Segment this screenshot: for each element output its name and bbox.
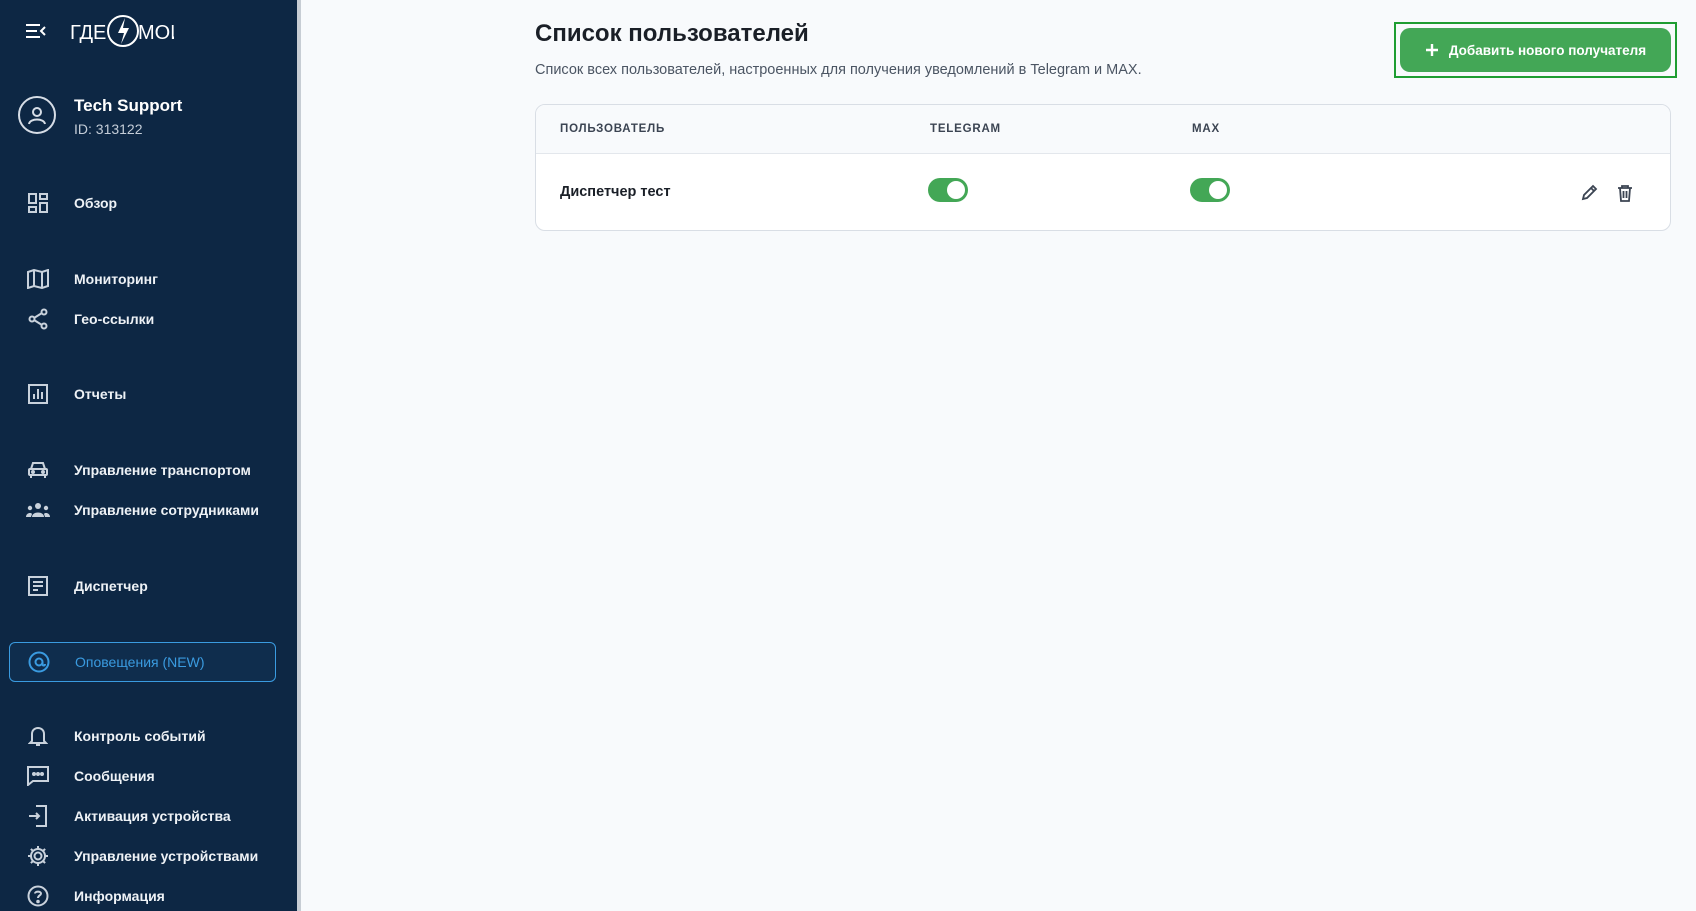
sidebar-header: ГДЕ МОИ bbox=[25, 15, 174, 47]
telegram-toggle[interactable] bbox=[928, 178, 968, 202]
document-icon bbox=[26, 574, 50, 598]
user-name-cell: Диспетчер тест bbox=[560, 184, 671, 200]
sidebar-item-dispatcher[interactable]: Диспетчер bbox=[9, 566, 276, 606]
login-icon bbox=[26, 804, 50, 828]
sidebar-item-label: Мониторинг bbox=[74, 271, 158, 287]
table-header: ПОЛЬЗОВАТЕЛЬ TELEGRAM MAX bbox=[536, 105, 1670, 154]
at-sign-icon bbox=[27, 650, 51, 674]
sidebar-item-label: Отчеты bbox=[74, 386, 127, 402]
add-recipient-label: Добавить нового получателя bbox=[1448, 42, 1647, 58]
sidebar-item-label: Оповещения (NEW) bbox=[75, 654, 205, 670]
profile-id: ID: 313122 bbox=[74, 121, 143, 137]
column-header-telegram: TELEGRAM bbox=[930, 123, 1001, 135]
users-table: ПОЛЬЗОВАТЕЛЬ TELEGRAM MAX Диспетчер тест bbox=[535, 104, 1671, 231]
sidebar-item-employees[interactable]: Управление сотрудниками bbox=[9, 490, 276, 530]
plus-icon bbox=[1425, 43, 1439, 57]
dashboard-icon bbox=[26, 191, 50, 215]
avatar-icon bbox=[18, 96, 56, 134]
sidebar-item-label: Управление устройствами bbox=[74, 848, 259, 864]
max-toggle[interactable] bbox=[1190, 178, 1230, 202]
sidebar-item-device-management[interactable]: Управление устройствами bbox=[9, 836, 276, 876]
sidebar-item-label: Гео-ссылки bbox=[74, 311, 155, 327]
page-subtitle: Список всех пользователей, настроенных д… bbox=[535, 62, 1142, 78]
sidebar-item-event-control[interactable]: Контроль событий bbox=[9, 716, 276, 756]
people-icon bbox=[26, 498, 50, 522]
table-row: Диспетчер тест bbox=[536, 155, 1670, 230]
sidebar-item-label: Управление сотрудниками bbox=[74, 502, 259, 518]
sidebar-item-label: Обзор bbox=[74, 195, 118, 211]
column-header-max: MAX bbox=[1192, 123, 1220, 135]
add-recipient-button[interactable]: Добавить нового получателя bbox=[1400, 28, 1671, 72]
app-logo[interactable]: ГДЕ МОИ bbox=[70, 12, 174, 50]
map-icon bbox=[26, 267, 50, 291]
bell-icon bbox=[26, 724, 50, 748]
sidebar-item-monitoring[interactable]: Мониторинг bbox=[9, 259, 276, 299]
car-icon bbox=[26, 458, 50, 482]
sidebar-item-label: Контроль событий bbox=[74, 728, 206, 744]
logo-text-right: МОИ bbox=[138, 22, 174, 44]
chat-icon bbox=[26, 764, 50, 788]
help-icon bbox=[26, 884, 50, 908]
page-title: Список пользователей bbox=[535, 20, 809, 47]
sidebar-item-label: Диспетчер bbox=[74, 578, 148, 594]
sidebar-item-reports[interactable]: Отчеты bbox=[9, 374, 276, 414]
column-header-user: ПОЛЬЗОВАТЕЛЬ bbox=[560, 123, 666, 135]
sidebar-item-transport[interactable]: Управление транспортом bbox=[9, 450, 276, 490]
toggle-knob bbox=[947, 181, 965, 199]
profile-name: Tech Support bbox=[74, 96, 183, 115]
delete-icon[interactable] bbox=[1614, 182, 1636, 204]
sidebar-item-label: Управление транспортом bbox=[74, 462, 251, 478]
chart-icon bbox=[26, 382, 50, 406]
sidebar: ГДЕ МОИ Tech Support ID: 313122 Обзор Мо… bbox=[0, 0, 297, 911]
sidebar-item-notifications[interactable]: Оповещения (NEW) bbox=[9, 642, 276, 682]
sidebar-item-messages[interactable]: Сообщения bbox=[9, 756, 276, 796]
sidebar-scrollbar[interactable] bbox=[297, 0, 301, 911]
sidebar-item-information[interactable]: Информация bbox=[9, 876, 276, 911]
logo-text-left: ГДЕ bbox=[70, 22, 106, 44]
toggle-knob bbox=[1209, 181, 1227, 199]
sidebar-item-overview[interactable]: Обзор bbox=[9, 183, 276, 223]
share-icon bbox=[26, 307, 50, 331]
user-profile[interactable]: Tech Support ID: 313122 bbox=[18, 96, 182, 137]
sidebar-item-label: Активация устройства bbox=[74, 808, 231, 824]
sidebar-item-device-activation[interactable]: Активация устройства bbox=[9, 796, 276, 836]
sidebar-item-geo-links[interactable]: Гео-ссылки bbox=[9, 299, 276, 339]
add-button-focus-frame: Добавить нового получателя bbox=[1394, 22, 1677, 78]
sidebar-item-label: Сообщения bbox=[74, 768, 155, 784]
edit-icon[interactable] bbox=[1578, 182, 1600, 204]
gear-icon bbox=[26, 844, 50, 868]
sidebar-item-label: Информация bbox=[74, 888, 165, 904]
menu-collapse-icon[interactable] bbox=[25, 20, 47, 42]
